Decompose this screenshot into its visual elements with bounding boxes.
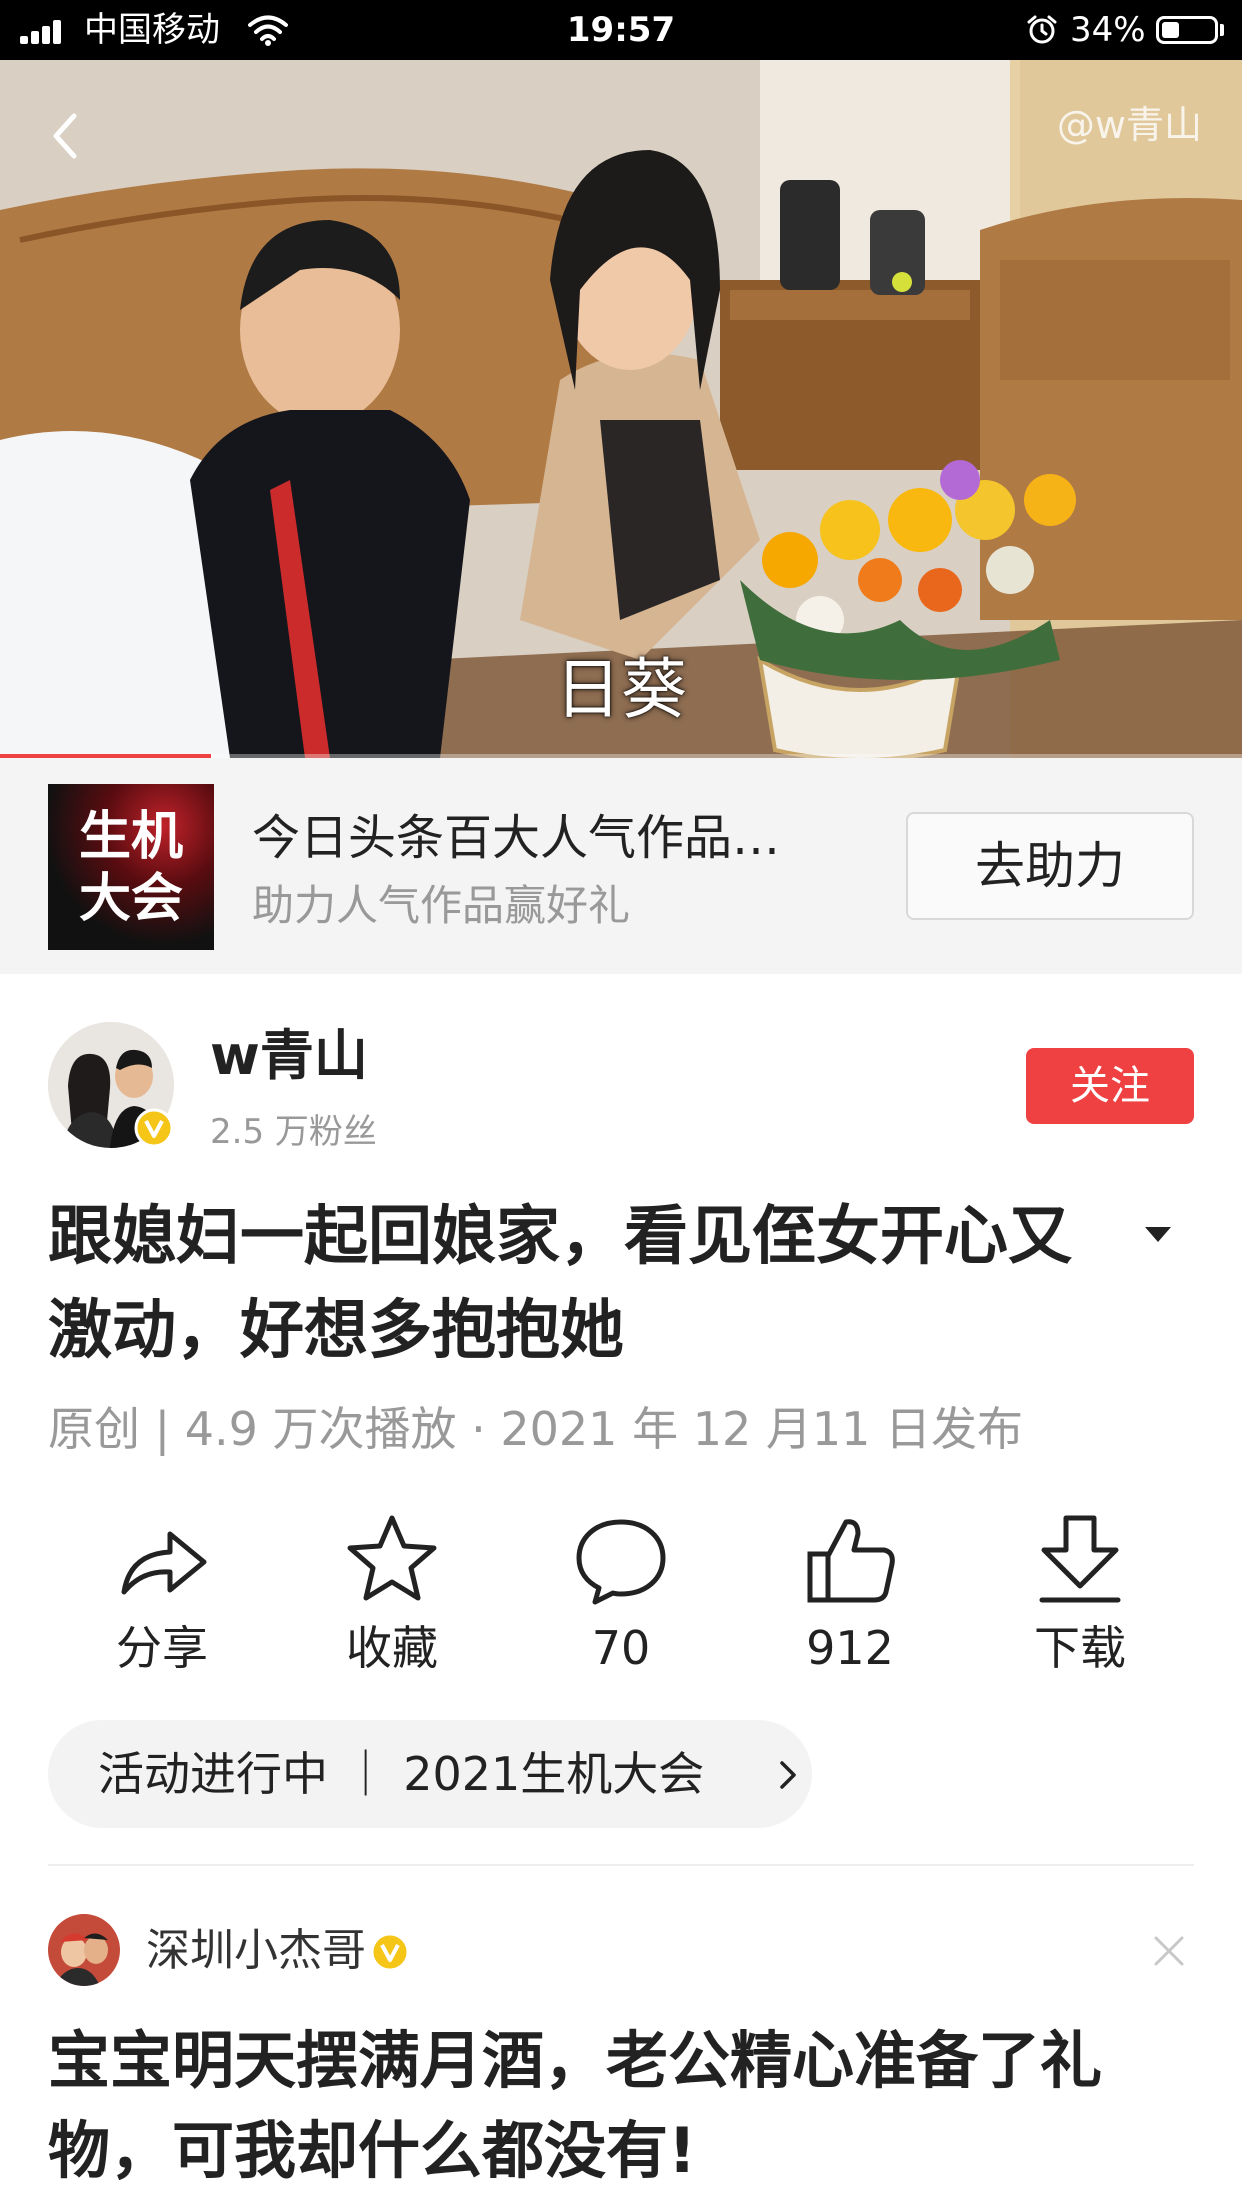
alarm-icon <box>1027 15 1057 44</box>
like-button[interactable]: 912 <box>750 1510 950 1680</box>
battery-icon <box>1156 16 1218 44</box>
back-icon[interactable] <box>40 100 100 170</box>
download-button[interactable]: 下载 <box>980 1510 1180 1680</box>
divider <box>48 1864 1194 1866</box>
video-watermark: @w青山 <box>1056 103 1202 147</box>
verified-icon <box>370 1932 410 1972</box>
comment-count: 70 <box>591 1621 651 1675</box>
comment-button[interactable]: 70 <box>521 1510 721 1680</box>
battery-percent: 34% <box>1070 10 1146 50</box>
promo-title: 今日头条百大人气作品… <box>252 810 781 866</box>
video-subtitle: 日葵 <box>555 651 687 728</box>
close-icon[interactable] <box>1152 1934 1186 1968</box>
status-bar: 中国移动 19:57 34% <box>0 0 1242 60</box>
follow-button[interactable]: 关注 <box>1026 1048 1194 1124</box>
promo-logo: 生机 大会 <box>48 784 214 950</box>
star-icon <box>347 1515 437 1601</box>
share-icon <box>121 1531 207 1595</box>
download-icon <box>1039 1515 1121 1603</box>
share-button[interactable]: 分享 <box>62 1510 262 1680</box>
promo-logo-line1: 生机 <box>78 807 183 867</box>
video-meta: 原创 | 4.9 万次播放 · 2021 年 12 月11 日发布 <box>48 1402 1024 1456</box>
verified-icon <box>134 1108 174 1148</box>
download-label: 下载 <box>1034 1621 1126 1675</box>
author-fans: 2.5 万粉丝 <box>210 1112 377 1152</box>
battery-fill <box>1162 22 1179 38</box>
promo-banner[interactable]: 生机 大会 今日头条百大人气作品… 助力人气作品赢好礼 去助力 <box>0 758 1242 974</box>
thumbs-up-icon <box>807 1519 895 1603</box>
page: 中国移动 19:57 34% @w青山 日葵 生机 大会 今日头条百大人气作品…… <box>0 0 1242 2208</box>
rec-author-name[interactable]: 深圳小杰哥 <box>146 1924 366 1978</box>
video-player[interactable]: @w青山 日葵 <box>0 60 1242 758</box>
support-button[interactable]: 去助力 <box>906 812 1194 920</box>
share-label: 分享 <box>116 1621 208 1675</box>
like-count: 912 <box>806 1621 894 1675</box>
promo-logo-line2: 大会 <box>78 869 183 929</box>
activity-link[interactable]: 活动进行中 ｜ 2021生机大会 <box>48 1720 812 1828</box>
chevron-right-icon <box>780 1761 796 1789</box>
activity-text: 活动进行中 ｜ 2021生机大会 <box>98 1747 705 1801</box>
rec-title[interactable]: 宝宝明天摆满月酒，老公精心准备了礼物，可我却什么都没有! <box>48 2016 1194 2196</box>
rec-author-avatar[interactable] <box>48 1914 120 1986</box>
battery-cap <box>1220 24 1224 36</box>
rec-avatar-image <box>48 1914 120 1986</box>
promo-subtitle: 助力人气作品赢好礼 <box>252 881 631 930</box>
expand-arrow-icon[interactable] <box>1142 1222 1174 1246</box>
author-name[interactable]: w青山 <box>210 1024 368 1088</box>
comment-icon <box>576 1519 666 1605</box>
video-title: 跟媳妇一起回娘家，看见侄女开心又激动，好想多抱抱她 <box>48 1200 1072 1368</box>
favorite-button[interactable]: 收藏 <box>292 1510 492 1680</box>
favorite-label: 收藏 <box>346 1621 438 1675</box>
